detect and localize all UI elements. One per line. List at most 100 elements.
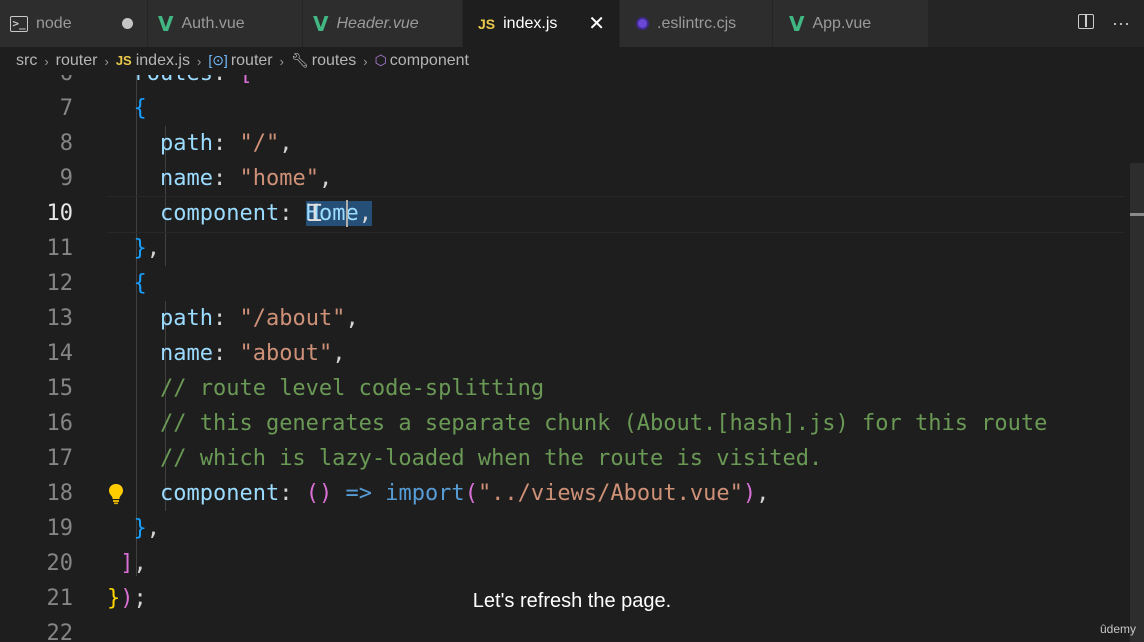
code-token: import [385,481,465,506]
breadcrumb-label: router [230,52,273,69]
code-token: component [159,201,280,226]
code-line: 7 { [0,91,1144,126]
tab-label: App.vue [812,14,872,32]
code-line: 12 { [0,266,1144,301]
line-code: { [133,271,147,296]
tab-label: node [36,14,72,32]
tab-index-js[interactable]: JS index.js ✕ [463,0,620,47]
breadcrumb-router-folder[interactable]: router [56,52,98,70]
scrollbar-position-marker [1130,213,1144,216]
vue-icon: V [789,11,805,36]
chevron-right-icon: › [44,53,49,69]
vue-icon: V [313,11,329,36]
tab-header-vue[interactable]: V Header.vue [303,0,463,47]
breadcrumb-routes[interactable]: 🔧︎ routes [291,52,356,70]
mouse-ibeam-cursor-icon: Ɪ [308,199,322,227]
breadcrumb-src[interactable]: src [16,52,37,70]
javascript-icon: JS [115,53,132,68]
code-line: 14 name: "about", [0,336,1144,371]
line-number: 15 [46,376,74,401]
code-line: 15 // route level code-splitting [0,371,1144,406]
unsaved-dot-icon[interactable] [122,0,133,47]
line-number: 16 [46,411,74,436]
chevron-right-icon: › [279,53,284,69]
code-line: 8 path: "/", [0,126,1144,161]
tab-label: index.js [503,14,558,32]
line-code: component: () => import("../views/About.… [159,481,770,506]
editor-actions: ··· [1078,0,1130,47]
vertical-scrollbar[interactable] [1130,163,1144,642]
line-number: 22 [46,621,74,642]
code-token: "/" [239,131,280,156]
chevron-right-icon: › [104,53,109,69]
line-code: // this generates a separate chunk (Abou… [107,406,1047,441]
variable-icon: [⊙] [208,52,228,68]
code-token: "/about" [239,306,346,331]
line-number: 11 [46,236,74,261]
line-code: name: "home", [159,166,333,191]
code-token: component [159,481,280,506]
line-number: 18 [46,481,74,506]
line-code: path: "/", [159,131,293,156]
code-token: path [159,131,213,156]
breadcrumb-router-symbol[interactable]: [⊙] router [208,52,272,70]
breadcrumb-index-js[interactable]: JS index.js [116,52,190,70]
code-editor[interactable]: 6 routes: [ 7 { 8 path: "/", 9 name: "ho… [0,56,1144,642]
code-token: name [159,341,213,366]
code-token: name [159,166,213,191]
line-number: 10 [46,201,74,226]
eslint-icon [636,17,649,30]
breadcrumb-label: index.js [135,52,190,69]
split-editor-icon[interactable] [1078,13,1095,34]
text-caret [346,200,348,227]
tab-node[interactable]: >_ node [0,0,148,47]
line-code: }, [133,236,161,261]
line-code: // which is lazy-loaded when the route i… [107,441,822,476]
code-token: "../views/About.vue" [477,481,743,506]
close-icon[interactable]: ✕ [588,0,605,47]
breadcrumb-label: routes [311,52,357,69]
code-line: 11 }, [0,231,1144,266]
code-token: path [159,306,213,331]
code-token: "about" [239,341,333,366]
code-comment: // this generates a separate chunk (Abou… [159,411,1048,436]
editor-tab-bar: >_ node V Auth.vue V Header.vue JS index… [0,0,1144,47]
code-line: 13 path: "/about", [0,301,1144,336]
code-line: 18 component: () => import("../views/Abo… [0,476,1144,511]
cube-icon: ⬡ [374,52,387,68]
line-number: 14 [46,341,74,366]
breadcrumb-component[interactable]: ⬡ component [375,52,469,70]
code-line-current: 10 component: Home, Ɪ [0,196,1144,233]
line-number: 7 [59,96,73,121]
tab-label: .eslintrc.cjs [657,14,737,32]
tab-eslintrc[interactable]: .eslintrc.cjs [620,0,773,47]
code-comment: // route level code-splitting [159,376,545,401]
line-number: 19 [46,516,74,541]
tab-app-vue[interactable]: V App.vue [773,0,929,47]
code-token: "home" [239,166,319,191]
line-code: { [133,96,147,121]
tab-label: Auth.vue [181,14,245,32]
breadcrumb: src › router › JS index.js › [⊙] router › … [0,47,1144,75]
tab-auth-vue[interactable]: V Auth.vue [148,0,303,47]
chevron-right-icon: › [363,53,368,69]
code-line: 17 // which is lazy-loaded when the rout… [0,441,1144,476]
line-code: name: "about", [159,341,346,366]
code-line: 16 // this generates a separate chunk (A… [0,406,1144,441]
terminal-icon: >_ [10,15,28,32]
line-code: path: "/about", [159,306,359,331]
line-number: 8 [59,131,73,156]
line-code: }, [133,516,161,541]
wrench-icon: 🔧︎ [290,52,309,68]
chevron-right-icon: › [196,53,202,69]
line-code: // route level code-splitting [107,371,544,406]
line-number: 17 [46,446,74,471]
code-line: 20 ], [0,546,1144,581]
code-comment: // which is lazy-loaded when the route i… [159,446,823,471]
code-line: 9 name: "home", [0,161,1144,196]
udemy-watermark: ûdemy [1099,622,1136,636]
javascript-icon: JS [478,15,496,32]
more-actions-icon[interactable]: ··· [1112,13,1130,34]
line-number: 12 [46,271,74,296]
vue-icon: V [158,11,174,36]
